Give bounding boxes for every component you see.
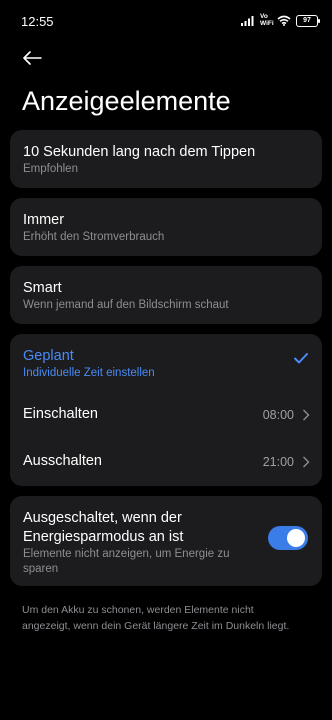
power-saving-title: Ausgeschaltet, wenn der Energiesparmodus… bbox=[23, 510, 184, 545]
option-smart[interactable]: Smart Wenn jemand auf den Bildschirm sch… bbox=[10, 266, 322, 324]
option-title: Immer bbox=[23, 212, 65, 228]
turn-on-label: Einschalten bbox=[23, 406, 98, 422]
turn-on-time-row[interactable]: Einschalten 08:00 bbox=[10, 392, 322, 436]
turn-off-time-row[interactable]: Ausschalten 21:00 bbox=[10, 439, 322, 483]
status-bar: 12:55 Vo WiFi 97 bbox=[0, 0, 332, 44]
option-title: Geplant bbox=[23, 348, 74, 364]
footer-note: Um den Akku zu schonen, werden Elemente … bbox=[22, 604, 290, 632]
chevron-right-icon bbox=[303, 456, 310, 468]
status-icons: Vo WiFi 97 bbox=[241, 13, 320, 27]
wifi-icon bbox=[277, 15, 291, 26]
option-subtitle: Wenn jemand auf den Bildschirm schaut bbox=[23, 299, 229, 311]
turn-off-label: Ausschalten bbox=[23, 453, 102, 469]
option-title: Smart bbox=[23, 280, 62, 296]
turn-off-time: 21:00 bbox=[262, 455, 294, 469]
toggle-knob bbox=[287, 529, 305, 547]
option-scheduled[interactable]: Geplant Individuelle Zeit einstellen bbox=[10, 334, 322, 384]
battery-level: 97 bbox=[303, 17, 311, 24]
signal-icon bbox=[241, 15, 254, 26]
status-time: 12:55 bbox=[21, 14, 54, 29]
power-saving-setting: Ausgeschaltet, wenn der Energiesparmodus… bbox=[10, 496, 322, 586]
option-subtitle: Erhöht den Stromverbrauch bbox=[23, 231, 165, 243]
turn-on-time: 08:00 bbox=[262, 408, 294, 422]
arrow-left-icon bbox=[23, 51, 42, 65]
page-title: Anzeigeelemente bbox=[22, 86, 231, 116]
option-subtitle: Individuelle Zeit einstellen bbox=[23, 367, 155, 379]
back-button[interactable] bbox=[14, 42, 50, 74]
option-subtitle: Empfohlen bbox=[23, 163, 78, 175]
power-saving-subtitle: Elemente nicht anzeigen, um Energie zu s… bbox=[23, 548, 230, 575]
chevron-right-icon bbox=[303, 409, 310, 421]
checkmark-icon bbox=[294, 353, 308, 364]
option-always[interactable]: Immer Erhöht den Stromverbrauch bbox=[10, 198, 322, 256]
scheduled-group: Geplant Individuelle Zeit einstellen Ein… bbox=[10, 334, 322, 486]
battery-icon: 97 bbox=[296, 14, 320, 27]
option-title: 10 Sekunden lang nach dem Tippen bbox=[23, 144, 256, 160]
power-saving-toggle[interactable] bbox=[268, 526, 308, 550]
vowifi-indicator: Vo WiFi bbox=[260, 13, 274, 27]
option-10-seconds[interactable]: 10 Sekunden lang nach dem Tippen Empfohl… bbox=[10, 130, 322, 188]
